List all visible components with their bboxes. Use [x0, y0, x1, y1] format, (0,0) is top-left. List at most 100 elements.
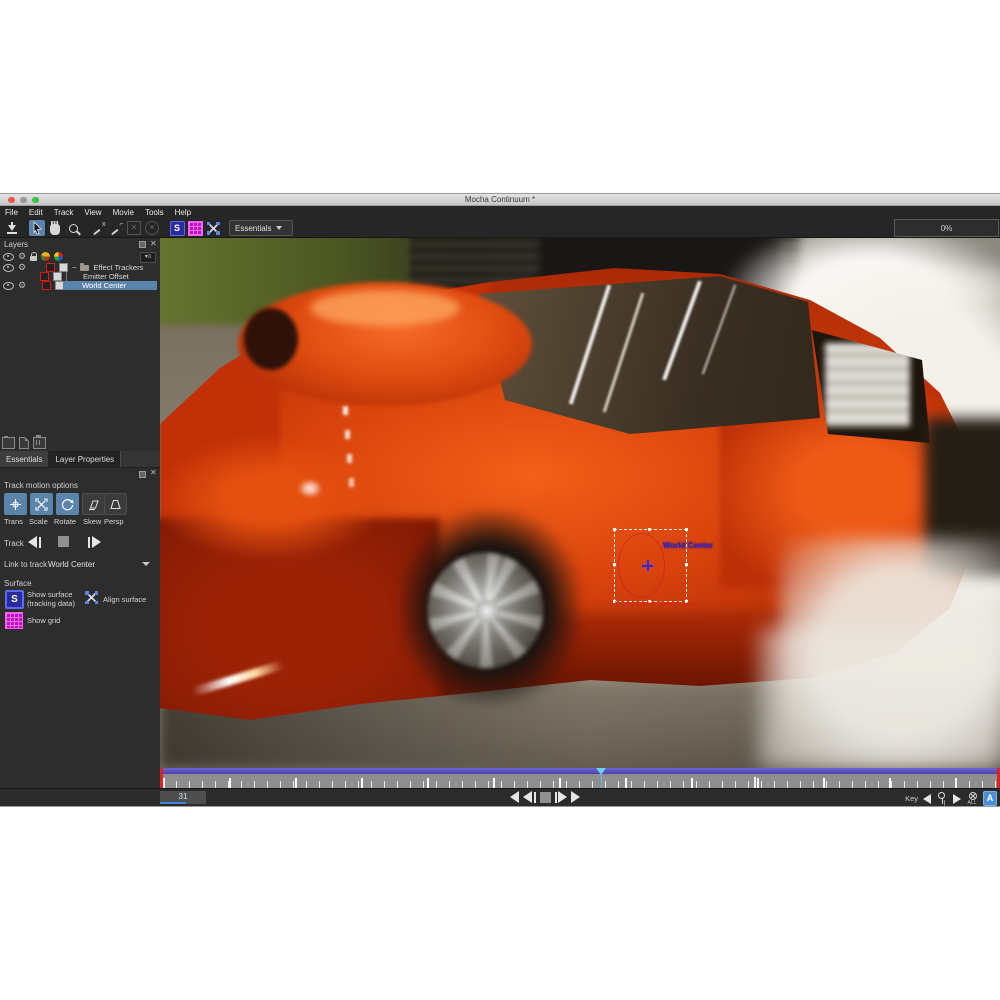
- gear-icon[interactable]: ⚙: [18, 263, 26, 272]
- play-button[interactable]: [571, 791, 580, 803]
- visibility-icon[interactable]: [3, 264, 14, 272]
- step-forward-button[interactable]: [555, 791, 568, 803]
- wheel-hub: [476, 600, 498, 622]
- motion-scale-button[interactable]: [30, 493, 53, 515]
- close-icon[interactable]: ✕: [150, 240, 157, 248]
- create-bezier-button[interactable]: ⌐: [108, 220, 124, 236]
- play-backwards-button[interactable]: [510, 791, 519, 803]
- layer-row-world-center[interactable]: ⚙ World Center: [0, 281, 160, 290]
- menu-track[interactable]: Track: [54, 208, 74, 217]
- rollcage-bar-1: [569, 284, 611, 404]
- track-forwards-button[interactable]: [88, 536, 101, 548]
- gear-column-icon[interactable]: ⚙: [18, 252, 26, 261]
- layer-color-swatch[interactable]: [40, 272, 49, 281]
- export-tracking-icon[interactable]: [4, 220, 20, 236]
- delete-all-keys-button[interactable]: ALL: [966, 792, 978, 805]
- show-surface-label-line1[interactable]: Show surface: [27, 590, 72, 599]
- menu-view[interactable]: View: [84, 208, 101, 217]
- layer-checkbox[interactable]: [59, 263, 68, 272]
- motion-persp-button[interactable]: [104, 493, 127, 515]
- close-icon[interactable]: ✕: [150, 469, 157, 477]
- motion-skew-button[interactable]: [82, 493, 105, 515]
- layer-row-effect-trackers[interactable]: ⚙ − Effect Trackers: [0, 263, 160, 272]
- scale-icon: [35, 498, 48, 511]
- align-surface-label[interactable]: Align surface: [103, 595, 146, 604]
- tab-layer-properties[interactable]: Layer Properties: [49, 451, 121, 467]
- lock-column-icon[interactable]: [30, 256, 37, 261]
- tree-expander[interactable]: −: [72, 263, 76, 272]
- next-keyframe-button[interactable]: [953, 794, 961, 804]
- workspace-preset-dropdown[interactable]: Essentials: [229, 220, 293, 236]
- menu-tools[interactable]: Tools: [145, 208, 164, 217]
- toolbar: x ⌐ ✕ ✕ S Essentials 0%: [0, 219, 1000, 238]
- layer-label[interactable]: Effect Trackers: [93, 263, 143, 272]
- add-point-button[interactable]: ✕: [126, 220, 142, 236]
- perspective-icon: [109, 498, 122, 511]
- pin-icon[interactable]: [139, 241, 146, 248]
- align-surface-toolbar-button[interactable]: [205, 220, 221, 236]
- autokey-toggle[interactable]: A: [983, 791, 997, 806]
- layer-checkbox[interactable]: [53, 272, 62, 281]
- menu-bar: File Edit Track View Movie Tools Help: [0, 206, 1000, 219]
- tab-essentials[interactable]: Essentials: [0, 451, 49, 467]
- remove-point-button[interactable]: ✕: [144, 220, 160, 236]
- show-surface-toolbar-button[interactable]: S: [169, 220, 185, 236]
- tracking-layer-label[interactable]: World Center: [663, 541, 713, 550]
- step-back-button[interactable]: [523, 791, 536, 803]
- layer-color-swatch[interactable]: [42, 281, 51, 290]
- panel-tabs: Essentials Layer Properties: [0, 451, 160, 468]
- zoom-tool-button[interactable]: [65, 220, 81, 236]
- show-grid-label[interactable]: Show grid: [27, 616, 60, 625]
- link-to-track-dropdown[interactable]: World Center: [48, 558, 156, 570]
- pen-curve-icon: ⌐: [109, 221, 124, 236]
- stop-button[interactable]: [540, 792, 551, 803]
- pan-tool-button[interactable]: [47, 220, 63, 236]
- cursor-icon: [30, 221, 44, 235]
- cache-marker: [754, 777, 756, 788]
- align-surface-button[interactable]: [84, 590, 100, 606]
- layers-menu-button[interactable]: ▾≡: [140, 252, 156, 263]
- new-layer-button[interactable]: [19, 437, 29, 449]
- playhead[interactable]: [596, 768, 607, 788]
- motion-trans-button[interactable]: [4, 493, 27, 515]
- layer-label[interactable]: World Center: [82, 281, 126, 290]
- track-fwd-icon: [92, 536, 101, 548]
- show-surface-button[interactable]: S: [5, 590, 24, 609]
- menu-edit[interactable]: Edit: [29, 208, 43, 217]
- track-stop-button[interactable]: [58, 536, 69, 547]
- in-point-marker[interactable]: [160, 768, 163, 788]
- frame-progress-bar: [160, 802, 186, 804]
- layers-panel-header: Layers ✕: [0, 238, 160, 251]
- color-wheel2-icon[interactable]: [54, 252, 63, 261]
- current-frame-field[interactable]: 31: [160, 791, 206, 804]
- show-grid-button[interactable]: [5, 612, 23, 629]
- align-surface-icon: [85, 591, 98, 604]
- layer-label[interactable]: Emitter Offset: [83, 272, 129, 281]
- skew-label: Skew: [83, 517, 101, 526]
- layers-column-header: ⚙: [0, 252, 160, 261]
- viewport[interactable]: World Center World Center Search Area: [160, 238, 1000, 768]
- menu-movie[interactable]: Movie: [113, 208, 134, 217]
- track-backwards-button[interactable]: [28, 536, 41, 548]
- stop-icon: [58, 536, 69, 547]
- delete-layer-button[interactable]: [33, 437, 46, 449]
- layer-color-swatch[interactable]: [46, 263, 55, 272]
- visibility-icon[interactable]: [3, 282, 14, 290]
- timeline-ruler[interactable]: [160, 768, 1000, 788]
- visibility-column-icon[interactable]: [3, 253, 14, 261]
- add-keyframe-icon[interactable]: [936, 792, 948, 805]
- show-grid-toolbar-button[interactable]: [187, 220, 203, 236]
- motion-rotate-button[interactable]: [56, 493, 79, 515]
- circle-x-icon: ✕: [145, 221, 159, 235]
- smoke-drift: [760, 628, 1000, 768]
- menu-help[interactable]: Help: [175, 208, 191, 217]
- gear-icon[interactable]: ⚙: [18, 281, 26, 290]
- pin-icon[interactable]: [139, 471, 146, 478]
- color-wheel-icon[interactable]: [41, 252, 50, 261]
- select-tool-button[interactable]: [29, 220, 45, 236]
- tracking-center-marker[interactable]: [642, 560, 653, 571]
- menu-file[interactable]: File: [5, 208, 18, 217]
- create-xspline-button[interactable]: x: [90, 220, 106, 236]
- new-group-button[interactable]: [2, 437, 15, 449]
- previous-keyframe-button[interactable]: [923, 794, 931, 804]
